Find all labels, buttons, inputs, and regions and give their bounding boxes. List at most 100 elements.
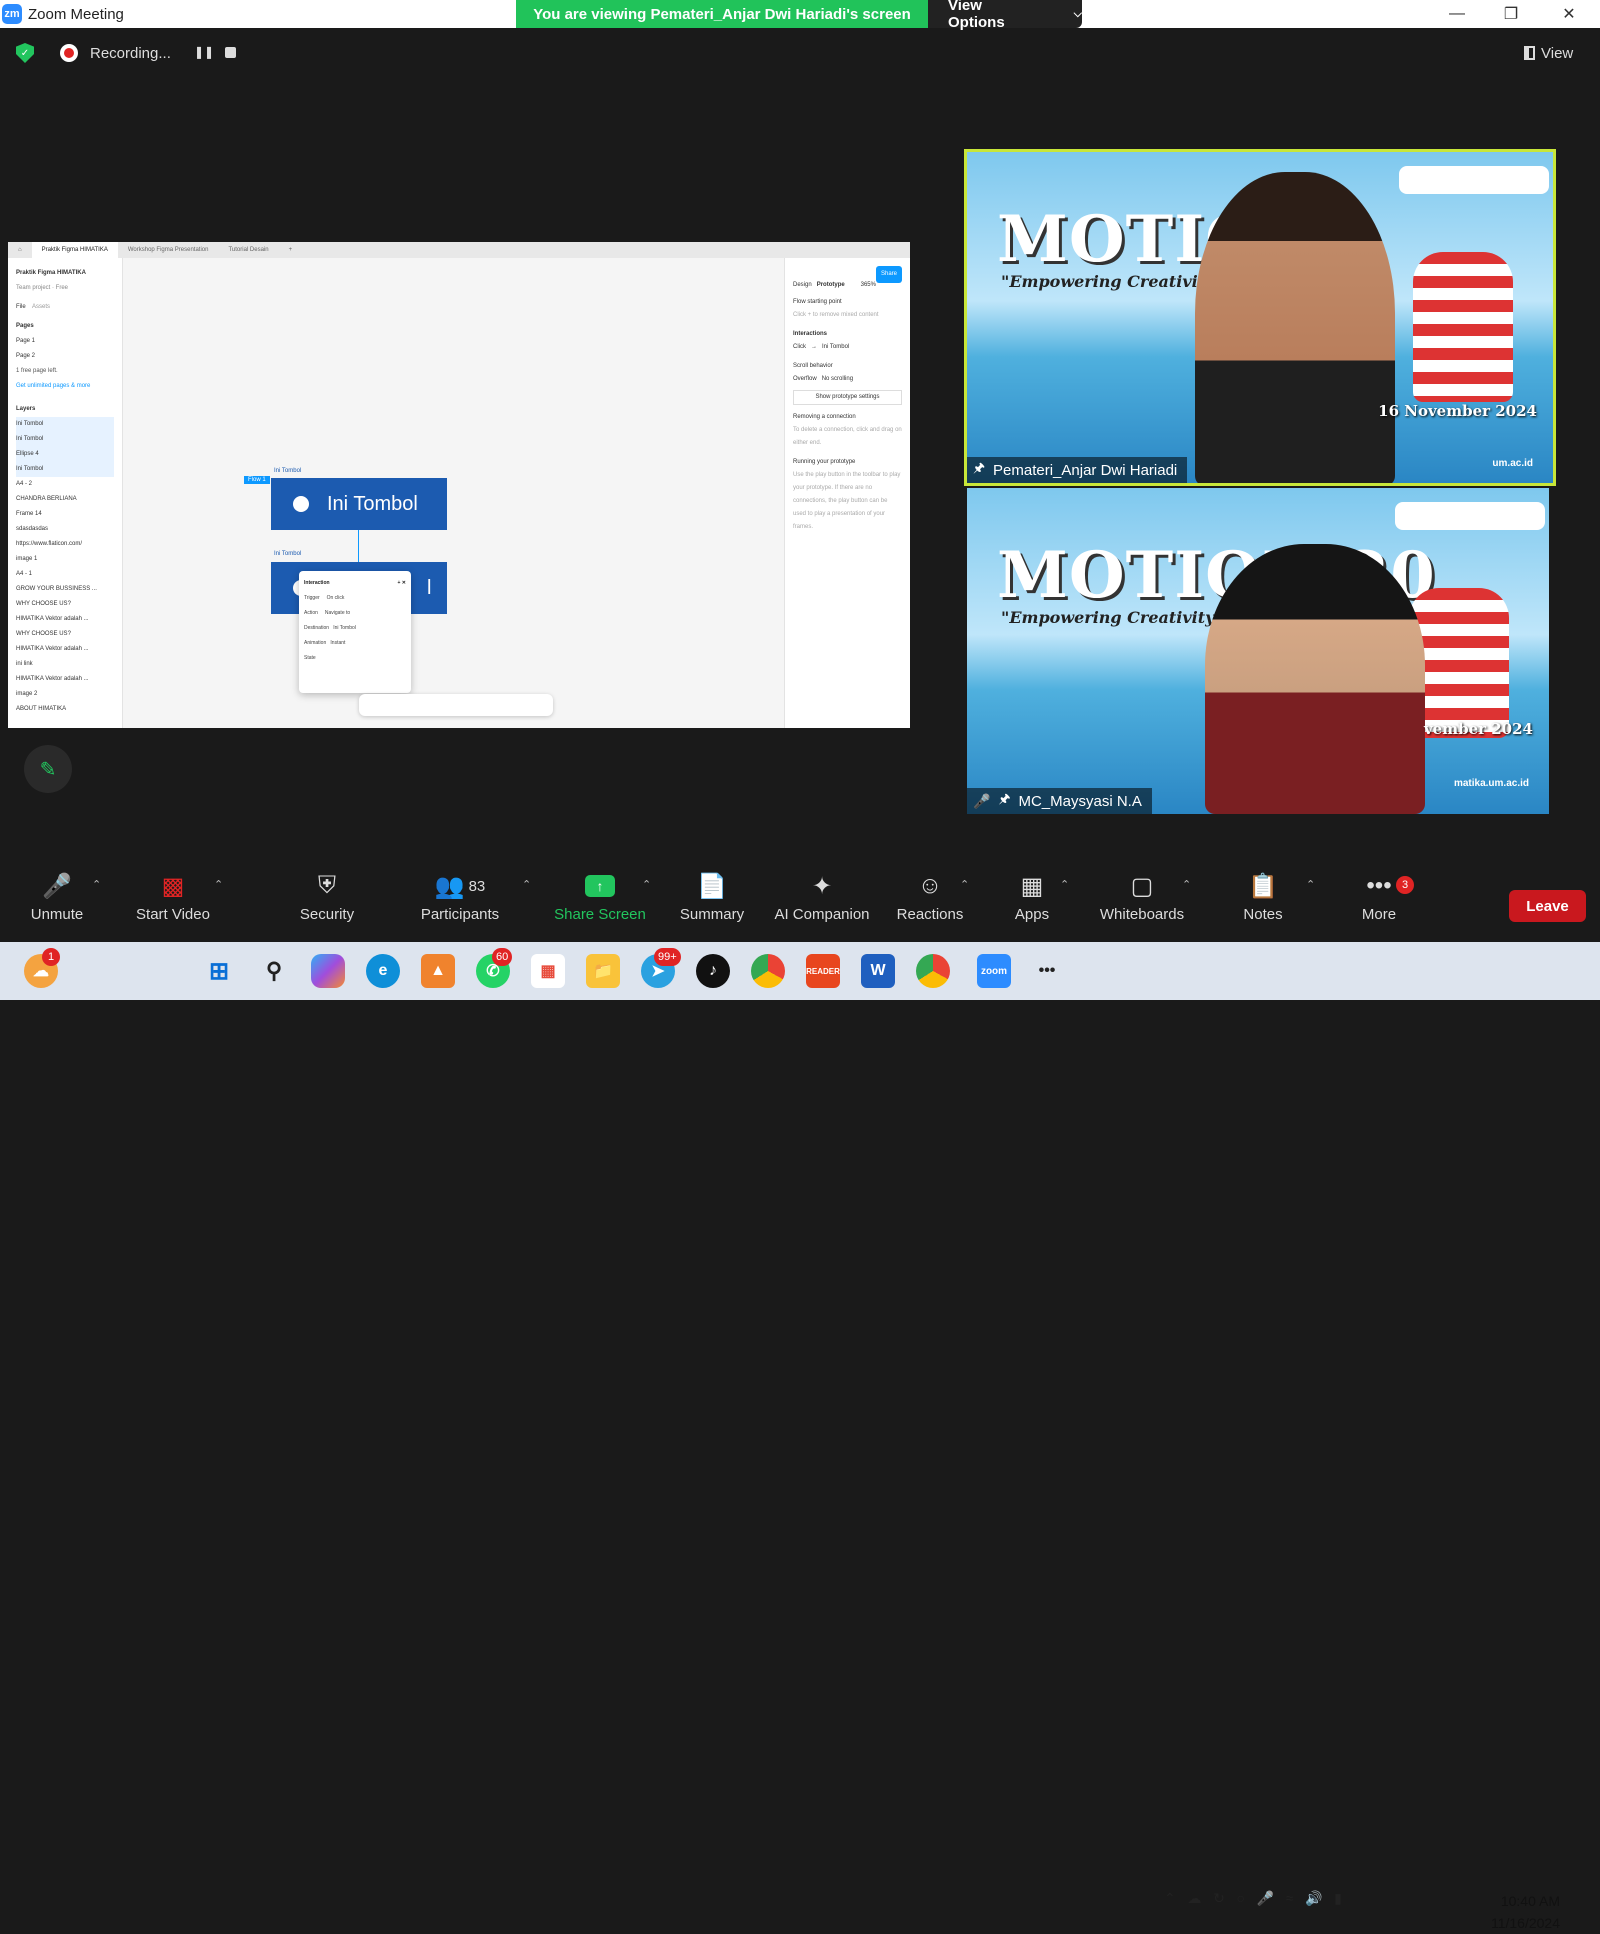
office-app-icon[interactable]: ▲: [421, 954, 455, 988]
stop-recording-icon[interactable]: [225, 47, 236, 58]
flow-label[interactable]: Flow 1: [244, 476, 270, 484]
participants-button[interactable]: 👥 83 Participants: [414, 866, 506, 938]
zoom-level[interactable]: 365%: [861, 279, 876, 292]
figma-home-icon[interactable]: ⌂: [8, 242, 32, 258]
figma-tab-active[interactable]: Praktik Figma HIMATIKA: [31, 242, 118, 258]
security-button[interactable]: ⛨ Security: [294, 866, 360, 938]
ini-tombol-frame[interactable]: Ini Tombol: [271, 478, 447, 530]
shared-screen[interactable]: ⌂ Praktik Figma HIMATIKA Workshop Figma …: [8, 242, 910, 728]
video-tile-presenter[interactable]: MOTION "Empowering Creativity w 16 Novem…: [964, 149, 1556, 486]
maximize-button[interactable]: ❐: [1488, 0, 1534, 28]
more-button[interactable]: ••• More: [1356, 866, 1402, 938]
layer-item[interactable]: WHY CHOOSE US?: [16, 627, 114, 642]
layer-item[interactable]: image 2: [16, 687, 114, 702]
file-explorer-icon[interactable]: 📁: [586, 954, 620, 988]
microsoft-store-icon[interactable]: ▦: [531, 954, 565, 988]
layer-item[interactable]: Ellipse 4: [16, 447, 114, 462]
overflow-select[interactable]: No scrolling: [822, 376, 853, 382]
upgrade-link[interactable]: Get unlimited pages & more: [16, 379, 114, 394]
minimize-button[interactable]: —: [1434, 0, 1480, 28]
destination-select[interactable]: Ini Tombol: [333, 625, 356, 631]
whiteboards-button[interactable]: ▢ Whiteboards: [1096, 866, 1188, 938]
layer-item[interactable]: HIMATIKA Vektor adalah ...: [16, 612, 114, 627]
system-tray[interactable]: ⌃ ☁ ↻ ○ 🎤 ≈ 🔊 ▮: [1164, 1890, 1342, 1907]
summary-button[interactable]: 📄 Summary: [676, 866, 748, 938]
word-icon[interactable]: W: [861, 954, 895, 988]
view-button[interactable]: View: [1524, 40, 1584, 66]
taskbar-clock[interactable]: 10:40 AM 11/16/2024: [1464, 1890, 1560, 1934]
windows-start-icon[interactable]: ⊞: [202, 954, 236, 988]
assets-tab[interactable]: Assets: [32, 304, 50, 310]
ai-companion-button[interactable]: ✦ AI Companion: [770, 866, 874, 938]
file-tab[interactable]: File: [16, 304, 26, 310]
zoom-taskbar-icon[interactable]: zoom: [977, 954, 1011, 988]
page-item[interactable]: Page 2: [16, 349, 114, 364]
encryption-shield-icon[interactable]: ✓: [16, 43, 34, 63]
pause-recording-icon[interactable]: ❚❚: [194, 45, 214, 59]
state-section[interactable]: State: [304, 651, 406, 666]
prototype-tab[interactable]: Prototype: [817, 282, 845, 288]
layer-item[interactable]: https://www.flaticon.com/: [16, 537, 114, 552]
layer-item[interactable]: CHANDRA BERLIANA: [16, 492, 114, 507]
leave-button[interactable]: Leave: [1509, 890, 1586, 922]
layer-item[interactable]: A4 - 1: [16, 567, 114, 582]
chrome-profile-icon[interactable]: [916, 954, 950, 988]
layer-item[interactable]: HIMATIKA Vektor adalah ...: [16, 672, 114, 687]
interaction-panel[interactable]: Interaction + ✕ Trigger On click Action N…: [299, 571, 411, 693]
reactions-button[interactable]: ☺ Reactions: [895, 866, 965, 938]
share-options-caret[interactable]: ⌃: [642, 878, 651, 891]
animation-select[interactable]: Instant: [330, 640, 345, 646]
audio-options-caret[interactable]: ⌃: [92, 878, 101, 891]
video-options-caret[interactable]: ⌃: [214, 878, 223, 891]
layer-item[interactable]: Ini Tombol: [16, 462, 114, 477]
trigger-select[interactable]: On click: [327, 595, 345, 601]
annotate-pencil-icon[interactable]: ✎: [24, 745, 72, 793]
layer-item[interactable]: Frame 14: [16, 507, 114, 522]
layer-item[interactable]: A4 - 2: [16, 477, 114, 492]
chrome-icon[interactable]: [751, 954, 785, 988]
design-tab[interactable]: Design: [793, 282, 812, 288]
view-options-button[interactable]: View Options ⌵: [928, 0, 1082, 31]
apps-options-caret[interactable]: ⌃: [1060, 878, 1069, 891]
layer-item[interactable]: Ini Tombol: [16, 432, 114, 447]
layer-item[interactable]: ABOUT HIMATIKA: [16, 702, 114, 717]
layer-item[interactable]: image 1: [16, 552, 114, 567]
layer-item[interactable]: Ini Tombol: [16, 417, 114, 432]
action-select[interactable]: Navigate to: [325, 610, 350, 616]
new-tab-icon[interactable]: +: [279, 242, 303, 258]
participants-options-caret[interactable]: ⌃: [522, 878, 531, 891]
pdf-reader-icon[interactable]: READER: [806, 954, 840, 988]
notes-options-caret[interactable]: ⌃: [1306, 878, 1315, 891]
interaction-target[interactable]: Ini Tombol: [822, 344, 849, 350]
layer-item[interactable]: GROW YOUR BUSSINESS ...: [16, 582, 114, 597]
edge-browser-icon[interactable]: e: [366, 954, 400, 988]
figma-bottom-toolbar[interactable]: [359, 694, 553, 716]
figma-tab[interactable]: Tutorial Desain: [218, 242, 278, 258]
notes-button[interactable]: 📋 Notes: [1236, 866, 1290, 938]
layer-item[interactable]: HIMATIKA Vektor adalah ...: [16, 642, 114, 657]
search-icon[interactable]: ⚲: [257, 954, 291, 988]
overflow-dots-icon[interactable]: •••: [1030, 954, 1064, 988]
video-tile-mc[interactable]: MOTION 20 "Empowering Creativity with ve…: [967, 488, 1549, 814]
layer-item[interactable]: sdasdasdas: [16, 522, 114, 537]
copilot-icon[interactable]: [311, 954, 345, 988]
share-button[interactable]: Share: [875, 266, 902, 283]
apps-button[interactable]: ▦ Apps: [1010, 866, 1054, 938]
start-video-button[interactable]: ▩ Start Video: [130, 866, 216, 938]
reactions-options-caret[interactable]: ⌃: [960, 878, 969, 891]
layer-item[interactable]: ini link: [16, 657, 114, 672]
connection-line[interactable]: [358, 530, 359, 562]
whiteboards-options-caret[interactable]: ⌃: [1182, 878, 1191, 891]
page-item[interactable]: Page 1: [16, 334, 114, 349]
share-screen-button[interactable]: ↑ Share Screen: [552, 866, 648, 938]
interaction-trigger[interactable]: Click: [793, 344, 806, 350]
figma-tab[interactable]: Workshop Figma Presentation: [118, 242, 219, 258]
close-button[interactable]: ✕: [1546, 0, 1592, 28]
project-name[interactable]: Praktik Figma HIMATIKA: [16, 266, 114, 281]
show-prototype-settings-button[interactable]: Show prototype settings: [793, 390, 902, 405]
close-icon[interactable]: + ✕: [398, 576, 407, 591]
layer-item[interactable]: WHY CHOOSE US?: [16, 597, 114, 612]
unmute-button[interactable]: 🎤 Unmute: [22, 866, 92, 938]
tiktok-icon[interactable]: ♪: [696, 954, 730, 988]
figma-canvas[interactable]: Ini Tombol Flow 1 Ini Tombol Ini Tombol …: [124, 258, 888, 728]
